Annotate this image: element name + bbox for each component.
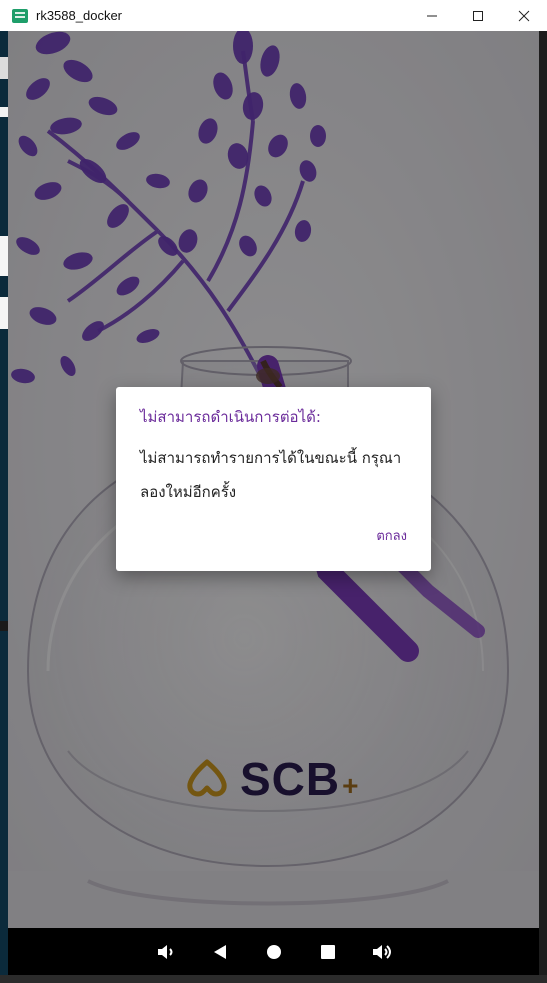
close-icon xyxy=(518,10,530,21)
emulator-window: rk3588_docker SCB + ไม่สามารถดำเนินการต่… xyxy=(0,0,547,983)
app-icon xyxy=(12,8,28,23)
volume-down-icon xyxy=(157,944,172,959)
background-desktop-right xyxy=(539,31,547,983)
home-button[interactable] xyxy=(247,928,301,975)
minimize-button[interactable] xyxy=(409,0,455,31)
recents-icon xyxy=(320,944,335,959)
dialog-title: ไม่สามารถดำเนินการต่อได้: xyxy=(140,408,321,426)
title-bar[interactable]: rk3588_docker xyxy=(0,0,547,32)
ok-button[interactable]: ตกลง xyxy=(376,525,407,546)
navigation-bar xyxy=(8,928,539,975)
error-dialog: ไม่สามารถดำเนินการต่อได้: ไม่สามารถทำราย… xyxy=(116,387,431,571)
volume-up-button[interactable] xyxy=(355,928,409,975)
maximize-icon xyxy=(473,10,483,21)
volume-up-icon xyxy=(372,944,391,959)
close-button[interactable] xyxy=(501,0,547,31)
background-desktop-left xyxy=(0,31,8,983)
window-bottom-edge xyxy=(0,975,547,983)
recents-button[interactable] xyxy=(301,928,355,975)
dialog-message: ไม่สามารถทำรายการได้ในขณะนี้ กรุณาลองใหม… xyxy=(140,449,402,501)
device-screen: SCB + ไม่สามารถดำเนินการต่อได้: ไม่สามาร… xyxy=(8,31,539,928)
home-icon xyxy=(266,944,281,959)
window-title: rk3588_docker xyxy=(36,8,122,23)
minimize-icon xyxy=(427,15,437,16)
back-icon xyxy=(213,944,226,959)
back-button[interactable] xyxy=(193,928,247,975)
volume-down-button[interactable] xyxy=(139,928,193,975)
maximize-button[interactable] xyxy=(455,0,501,31)
